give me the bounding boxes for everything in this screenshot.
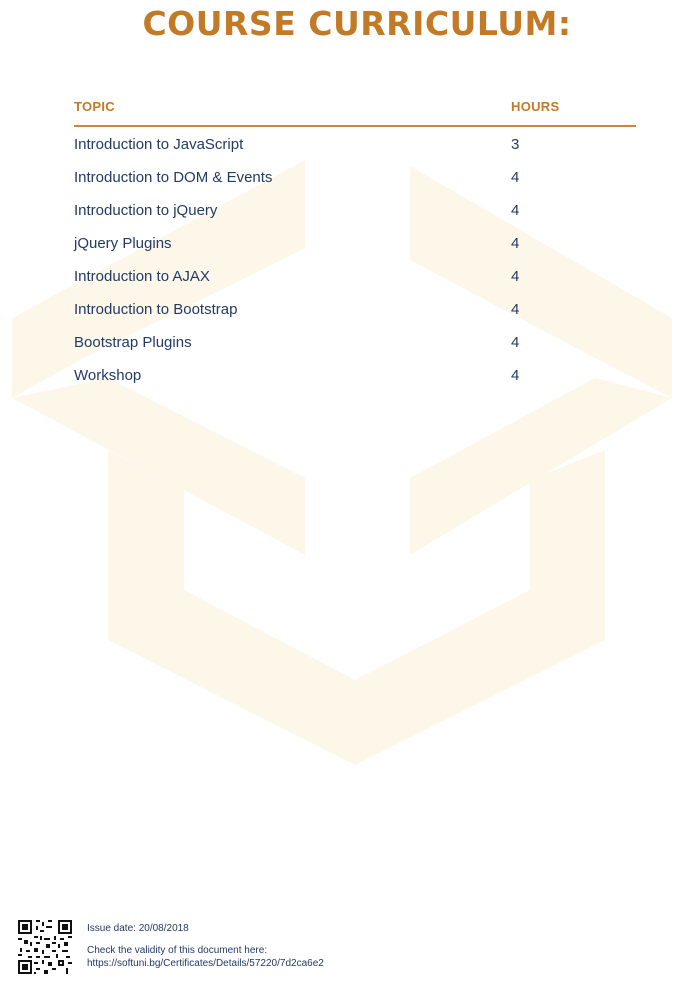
table-row: Introduction to JavaScript 3 bbox=[74, 128, 636, 161]
hours-cell: 4 bbox=[511, 268, 520, 285]
hours-cell: 4 bbox=[511, 334, 520, 351]
curriculum-table: TOPIC HOURS Introduction to JavaScript 3… bbox=[74, 99, 636, 392]
topic-cell: Workshop bbox=[74, 367, 142, 384]
validity-url[interactable]: https://softuni.bg/Certificates/Details/… bbox=[87, 957, 487, 970]
table-row: jQuery Plugins 4 bbox=[74, 227, 636, 260]
validity-text: Check the validity of this document here… bbox=[87, 945, 268, 956]
qr-code-icon bbox=[18, 920, 72, 974]
hours-cell: 4 bbox=[511, 235, 520, 252]
hours-cell: 4 bbox=[511, 301, 520, 318]
table-header: TOPIC HOURS bbox=[74, 99, 636, 127]
table-row: Workshop 4 bbox=[74, 359, 636, 392]
topic-cell: Introduction to AJAX bbox=[74, 268, 210, 285]
topic-cell: jQuery Plugins bbox=[74, 235, 172, 252]
table-row: Introduction to AJAX 4 bbox=[74, 260, 636, 293]
table-row: Introduction to jQuery 4 bbox=[74, 194, 636, 227]
table-row: Introduction to DOM & Events 4 bbox=[74, 161, 636, 194]
hours-cell: 4 bbox=[511, 367, 520, 384]
topic-cell: Bootstrap Plugins bbox=[74, 334, 192, 351]
table-row: Introduction to Bootstrap 4 bbox=[74, 293, 636, 326]
hours-cell: 3 bbox=[511, 136, 520, 153]
topic-column-header: TOPIC bbox=[74, 99, 115, 114]
page-title: COURSE CURRICULUM: bbox=[142, 4, 572, 43]
topic-cell: Introduction to jQuery bbox=[74, 202, 218, 219]
topic-cell: Introduction to JavaScript bbox=[74, 136, 244, 153]
issue-date: Issue date: 20/08/2018 bbox=[87, 923, 189, 934]
table-row: Bootstrap Plugins 4 bbox=[74, 326, 636, 359]
hours-column-header: HOURS bbox=[511, 99, 560, 114]
topic-cell: Introduction to DOM & Events bbox=[74, 169, 273, 186]
hours-cell: 4 bbox=[511, 169, 520, 186]
topic-cell: Introduction to Bootstrap bbox=[74, 301, 238, 318]
hours-cell: 4 bbox=[511, 202, 520, 219]
